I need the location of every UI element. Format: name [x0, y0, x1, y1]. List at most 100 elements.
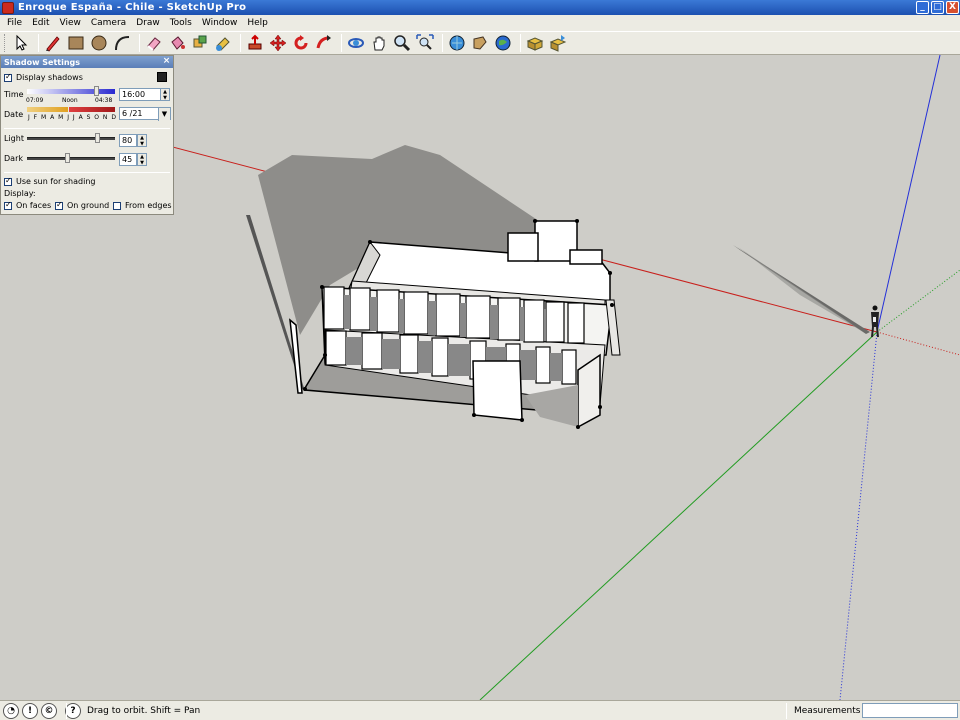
date-label: Date	[4, 110, 24, 119]
scale-figure	[871, 305, 879, 338]
menu-draw[interactable]: Draw	[131, 18, 165, 28]
use-sun-row: Use sun for shading	[4, 176, 95, 186]
dark-label: Dark	[4, 154, 23, 163]
menu-file[interactable]: File	[2, 18, 27, 28]
time-input[interactable]: 16:00	[119, 88, 161, 101]
from-edges-checkbox[interactable]	[113, 201, 121, 210]
eraser-tool-icon[interactable]	[144, 33, 164, 53]
move-tool-icon[interactable]	[268, 33, 288, 53]
panel-close-icon[interactable]: ×	[162, 57, 171, 66]
on-ground-checkbox[interactable]	[55, 200, 63, 210]
display-shadows-row: Display shadows	[4, 72, 83, 82]
menu-help[interactable]: Help	[242, 18, 273, 28]
use-sun-checkbox[interactable]	[4, 176, 12, 186]
get-models-icon[interactable]	[447, 33, 467, 53]
red-axis-dotted	[876, 331, 960, 356]
component-icon[interactable]	[525, 33, 545, 53]
orbit-tool-icon[interactable]	[346, 33, 366, 53]
date-months-label: J F M A M J J A S O N D	[28, 114, 117, 121]
panel-title-bar[interactable]: Shadow Settings ×	[1, 56, 173, 68]
main-toolbar	[0, 31, 960, 55]
close-button[interactable]: X	[946, 1, 959, 14]
roof-box-left	[507, 232, 539, 262]
collapse-details-icon[interactable]	[157, 72, 167, 82]
status-separator	[66, 703, 67, 719]
panel-divider	[4, 128, 170, 129]
menu-window[interactable]: Window	[197, 18, 243, 28]
menu-camera[interactable]: Camera	[86, 18, 131, 28]
zoom-extents-icon[interactable]	[415, 33, 435, 53]
measurements-input[interactable]	[862, 703, 958, 718]
date-slider-track-left[interactable]	[27, 107, 68, 112]
measurements-label: Measurements	[794, 705, 861, 716]
display-label: Display:	[4, 189, 36, 198]
rotate-tool-icon[interactable]	[291, 33, 311, 53]
dark-spinner[interactable]: ▲ ▼	[137, 153, 147, 166]
status-bar: ◔ ! © ? Drag to orbit. Shift = Pan Measu…	[0, 700, 960, 720]
on-ground-label: On ground	[67, 201, 110, 210]
make-component-icon[interactable]	[190, 33, 210, 53]
user-info-icon[interactable]: ©	[41, 702, 57, 719]
arc-tool-icon[interactable]	[112, 33, 132, 53]
light-spinner[interactable]: ▲ ▼	[137, 134, 147, 147]
date-input[interactable]: 6 /21 ▼	[119, 107, 171, 121]
zoom-tool-icon[interactable]	[392, 33, 412, 53]
minimize-button[interactable]: _	[916, 1, 929, 14]
time-spinner[interactable]: ▲ ▼	[160, 88, 170, 101]
paint-bucket-tool-icon[interactable]	[167, 33, 187, 53]
panel-divider	[4, 172, 170, 173]
google-earth-icon[interactable]	[493, 33, 513, 53]
toolbar-separator	[341, 34, 342, 52]
menu-bar: File Edit View Camera Draw Tools Window …	[0, 15, 960, 31]
on-faces-checkbox[interactable]	[4, 200, 12, 210]
geo-location-icon[interactable]: ◔	[3, 702, 19, 719]
on-ground-row: On ground	[55, 200, 110, 210]
credits-icon[interactable]: !	[22, 702, 38, 719]
toolbar-grip[interactable]	[4, 34, 7, 52]
time-end-label: 04:38	[95, 97, 113, 104]
title-bar: Enroque España - Chile - SketchUp Pro _ …	[0, 0, 960, 15]
push-pull-tool-icon[interactable]	[245, 33, 265, 53]
dark-slider-thumb[interactable]	[64, 153, 70, 163]
dark-slider-track[interactable]	[27, 157, 115, 160]
display-shadows-label: Display shadows	[16, 73, 83, 82]
sketchup-app-icon[interactable]	[2, 1, 14, 14]
pencil-line-tool-icon[interactable]	[43, 33, 63, 53]
menu-view[interactable]: View	[55, 18, 86, 28]
help-icon[interactable]: ?	[65, 702, 81, 719]
toolbar-separator	[139, 34, 140, 52]
maximize-button[interactable]: □	[931, 1, 944, 14]
toolbar-separator	[520, 34, 521, 52]
display-shadows-checkbox[interactable]	[4, 72, 12, 82]
share-model-icon[interactable]	[470, 33, 490, 53]
window-controls: _ □ X	[916, 1, 959, 14]
menu-tools[interactable]: Tools	[165, 18, 197, 28]
status-hint: Drag to orbit. Shift = Pan	[87, 705, 201, 716]
time-slider-thumb[interactable]	[93, 86, 99, 96]
status-separator	[786, 703, 787, 719]
rectangle-tool-icon[interactable]	[66, 33, 86, 53]
date-slider-track-right[interactable]	[69, 107, 115, 112]
paint-tool-icon[interactable]	[213, 33, 233, 53]
menu-edit[interactable]: Edit	[27, 18, 54, 28]
panel-title: Shadow Settings	[4, 57, 81, 67]
toolbar-separator	[38, 34, 39, 52]
light-slider-thumb[interactable]	[95, 133, 101, 143]
share-component-icon[interactable]	[548, 33, 568, 53]
circle-tool-icon[interactable]	[89, 33, 109, 53]
pan-tool-icon[interactable]	[369, 33, 389, 53]
from-edges-row: From edges	[113, 201, 172, 210]
dark-input[interactable]: 45	[119, 153, 137, 166]
time-start-label: 07:09	[26, 97, 44, 104]
time-slider-track[interactable]	[27, 89, 115, 94]
blue-axis-dotted	[839, 331, 878, 700]
light-input[interactable]: 80	[119, 134, 137, 147]
date-dropdown-icon[interactable]: ▼	[158, 108, 170, 121]
toolbar-separator	[442, 34, 443, 52]
light-slider-track[interactable]	[27, 137, 115, 140]
time-label: Time	[4, 90, 24, 99]
entrance-block	[472, 360, 523, 421]
on-faces-label: On faces	[16, 201, 52, 210]
follow-me-tool-icon[interactable]	[314, 33, 334, 53]
select-tool-icon[interactable]	[11, 33, 31, 53]
